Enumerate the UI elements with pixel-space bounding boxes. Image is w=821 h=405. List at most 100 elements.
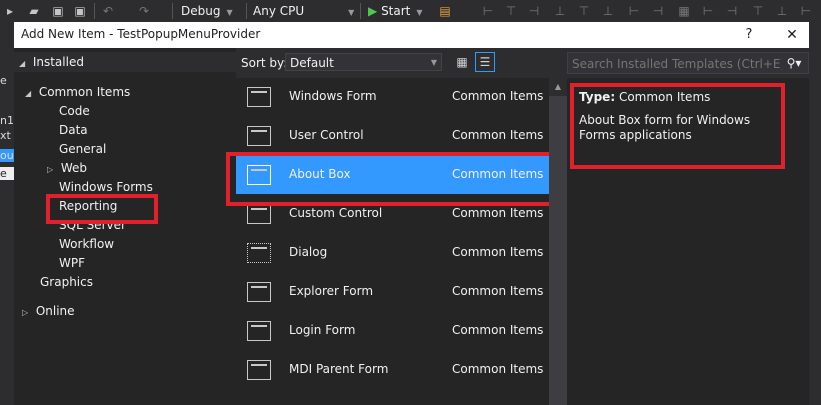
dialog-title: Add New Item - TestPopupMenuProvider — [21, 27, 261, 41]
windows-form-icon — [247, 87, 271, 107]
background-editor: e n1 xt ou e — [0, 22, 14, 405]
align-top-icon[interactable]: ⊥ — [552, 3, 568, 19]
tree-node-wpf[interactable]: WPF — [59, 254, 85, 272]
tree-node-code[interactable]: Code — [59, 102, 90, 120]
background-text: e — [0, 74, 7, 87]
tree-node-workflow[interactable]: Workflow — [59, 235, 114, 253]
sort-label: Sort by: — [241, 56, 288, 70]
align-left-icon[interactable]: ⊢ — [480, 3, 496, 19]
play-icon: ▶ — [368, 4, 378, 18]
template-category: Common Items — [452, 245, 544, 259]
tree-node-installed[interactable]: ◢ Installed — [14, 52, 236, 72]
background-text: n1 — [0, 114, 14, 127]
chevron-down-icon: ▼ — [416, 8, 423, 17]
template-category: Common Items — [452, 206, 544, 220]
tree-node-general[interactable]: General — [59, 140, 106, 158]
annotation-box — [226, 152, 559, 206]
template-category: Common Items — [452, 323, 544, 337]
template-list-scrollbar[interactable] — [549, 96, 567, 405]
tree-label: Installed — [32, 55, 84, 69]
size-height-icon[interactable]: ⊣ — [650, 3, 666, 19]
tree-node-common-items[interactable]: ◢ Common Items — [25, 83, 130, 101]
tree-label: Common Items — [38, 85, 131, 99]
dialog-icon — [247, 243, 271, 263]
mdi-parent-form-icon — [247, 360, 271, 380]
template-category: Common Items — [452, 362, 544, 376]
chevron-down-icon: ▼ — [348, 8, 355, 17]
template-name: Windows Form — [289, 89, 377, 103]
sort-toolbar: Sort by: Default ▼ ▦ ☰ — [236, 48, 567, 78]
spacing-icon[interactable]: ⊢ — [798, 3, 814, 19]
align-middle-icon[interactable]: ⊤ — [576, 3, 592, 19]
align-center-icon[interactable]: ⊤ — [503, 3, 519, 19]
spacing-icon[interactable]: ⊢ — [700, 3, 716, 19]
tree-node-web[interactable]: ▷ Web — [47, 159, 87, 177]
open-folder-icon[interactable]: ▰ — [26, 3, 42, 19]
platform-dropdown[interactable]: Any CPU ▼ — [253, 2, 354, 20]
template-row-dialog[interactable]: Dialog Common Items — [236, 234, 549, 272]
save-all-icon[interactable]: ▣ — [72, 3, 88, 19]
tree-node-graphics[interactable]: Graphics — [40, 273, 93, 291]
spacing-icon[interactable]: ⊥ — [774, 3, 790, 19]
explorer-form-icon — [247, 282, 271, 302]
configuration-value: Debug — [181, 4, 221, 18]
start-button[interactable]: ▶ Start ▼ — [368, 2, 423, 20]
size-width-icon[interactable]: ⊢ — [626, 3, 642, 19]
expanded-triangle-icon: ◢ — [25, 89, 32, 98]
add-new-item-dialog: Add New Item - TestPopupMenuProvider ? ✕… — [14, 22, 809, 405]
start-label: Start — [381, 4, 411, 18]
chevron-down-icon: ▼ — [430, 58, 437, 67]
template-category: Common Items — [452, 89, 544, 103]
spacing-icon[interactable]: ⊤ — [750, 3, 766, 19]
search-box: ⚲▾ — [567, 52, 809, 74]
category-tree: ◢ Installed ◢ Common Items Code Data Gen… — [14, 48, 236, 405]
find-icon[interactable]: ▤ — [437, 3, 453, 19]
toolbar-separator — [360, 3, 361, 19]
annotation-box — [570, 83, 785, 169]
undo-history-icon[interactable]: ▸ — [2, 3, 18, 19]
template-category: Common Items — [452, 284, 544, 298]
platform-value: Any CPU — [253, 4, 305, 18]
help-button[interactable]: ? — [739, 24, 759, 46]
list-view-icon[interactable]: ☰ — [475, 52, 495, 72]
user-control-icon — [247, 126, 271, 146]
template-name: Login Form — [289, 323, 356, 337]
tree-node-data[interactable]: Data — [59, 121, 88, 139]
background-text: ou — [0, 149, 14, 162]
spacing-icon[interactable]: ⊣ — [724, 3, 740, 19]
login-form-icon — [247, 321, 271, 341]
template-list: Windows Form Common Items User Control C… — [236, 78, 549, 405]
search-input[interactable] — [570, 54, 784, 74]
grid-view-icon[interactable]: ▦ — [453, 53, 471, 71]
annotation-box — [46, 194, 158, 224]
template-category: Common Items — [452, 128, 544, 142]
configuration-dropdown[interactable]: Debug ▼ — [181, 2, 233, 20]
template-name: Custom Control — [289, 206, 383, 220]
template-row-windows-form[interactable]: Windows Form Common Items — [236, 78, 549, 116]
scroll-up-arrow-icon[interactable]: ▲ — [549, 78, 567, 96]
template-name: Dialog — [289, 245, 328, 259]
grid-snap-icon[interactable]: ▦ — [676, 3, 692, 19]
expanded-triangle-icon: ◢ — [19, 59, 26, 68]
sort-dropdown[interactable]: Default ▼ — [285, 53, 442, 71]
template-row-explorer-form[interactable]: Explorer Form Common Items — [236, 273, 549, 311]
ide-toolbar: ▸ ▰ ▣ ▣ ↶ ↷ Debug ▼ Any CPU ▼ ▶ Start ▼ ▤ ⊢… — [0, 0, 821, 23]
align-bottom-icon[interactable]: ⊥ — [600, 3, 616, 19]
save-icon[interactable]: ▣ — [50, 3, 66, 19]
template-row-mdi-parent-form[interactable]: MDI Parent Form Common Items — [236, 351, 549, 389]
close-button[interactable]: ✕ — [780, 24, 804, 46]
search-icon[interactable]: ⚲▾ — [784, 54, 804, 72]
toolbar-separator — [246, 3, 247, 19]
toolbar-separator — [94, 3, 95, 19]
template-row-user-control[interactable]: User Control Common Items — [236, 117, 549, 155]
undo-icon[interactable]: ↶ — [100, 3, 116, 19]
template-row-login-form[interactable]: Login Form Common Items — [236, 312, 549, 350]
template-name: Explorer Form — [289, 284, 374, 298]
collapsed-triangle-icon: ▷ — [22, 308, 29, 317]
align-right-icon[interactable]: ⊣ — [526, 3, 542, 19]
toolbar-separator — [172, 3, 173, 19]
tree-node-online[interactable]: ▷ Online — [22, 302, 75, 320]
template-name: MDI Parent Form — [289, 362, 389, 376]
redo-icon[interactable]: ↷ — [136, 3, 152, 19]
chevron-down-icon: ▼ — [226, 8, 233, 17]
